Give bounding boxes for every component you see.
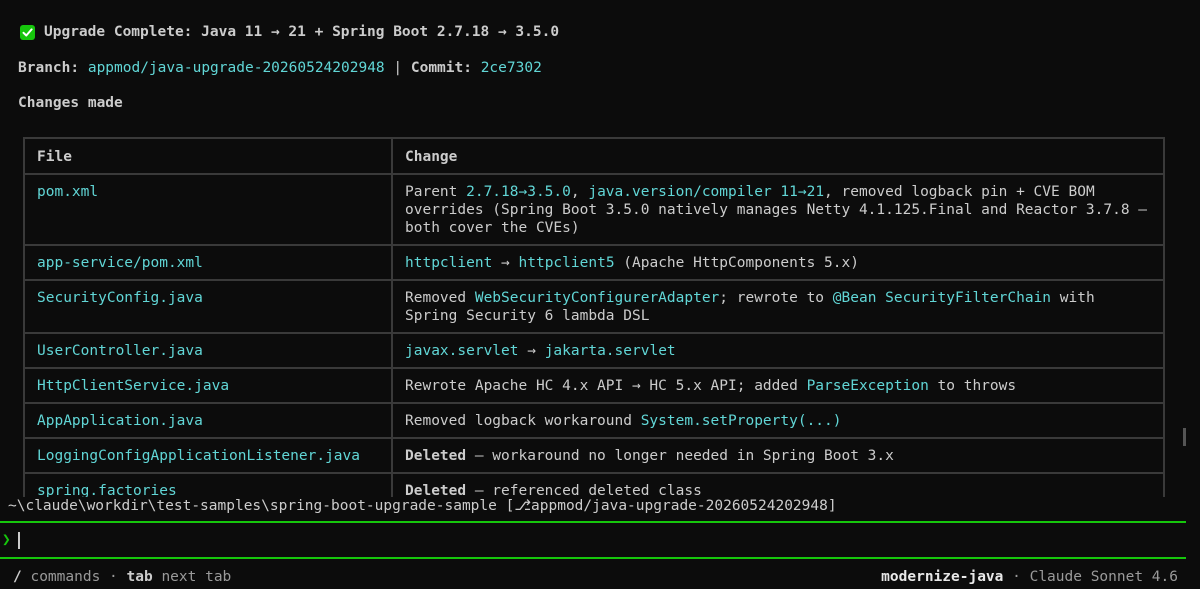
branch-label: Branch: bbox=[18, 60, 80, 76]
file-cell: UserController.java bbox=[23, 332, 393, 369]
change-cell: Parent 2.7.18→3.5.0, java.version/compil… bbox=[391, 173, 1165, 246]
status-dot: · bbox=[1012, 569, 1021, 585]
change-cell: Deleted — workaround no longer needed in… bbox=[391, 437, 1165, 474]
agent-mode: modernize-java bbox=[881, 569, 1004, 585]
branch-commit-line: Branch: appmod/java-upgrade-202605242029… bbox=[18, 59, 542, 77]
prompt-input-row[interactable]: ❯ bbox=[0, 531, 20, 549]
table-header-row: File Change bbox=[23, 137, 1165, 175]
terminal-output: Upgrade Complete: Java 11 → 21 + Spring … bbox=[0, 0, 1182, 497]
change-text: (Apache HttpComponents 5.x) bbox=[614, 255, 859, 271]
change-text: — referenced deleted class bbox=[466, 483, 702, 497]
check-mark-icon bbox=[20, 24, 35, 40]
table-row: AppApplication.java Removed logback worka… bbox=[23, 402, 1165, 439]
commit-value: 2ce7302 bbox=[480, 60, 542, 76]
change-text: Removed logback workaround bbox=[405, 413, 641, 429]
file-cell: SecurityConfig.java bbox=[23, 279, 393, 334]
table-row: SecurityConfig.java Removed WebSecurityCo… bbox=[23, 279, 1165, 334]
table-row: app-service/pom.xml httpclient → httpclie… bbox=[23, 244, 1165, 281]
change-cell: Deleted — referenced deleted class bbox=[391, 472, 1165, 497]
model-name: Claude Sonnet 4.6 bbox=[1029, 569, 1178, 585]
change-cell: Rewrote Apache HC 4.x API → HC 5.x API; … bbox=[391, 367, 1165, 404]
change-text: Rewrote Apache HC 4.x API → HC 5.x API; … bbox=[405, 378, 807, 394]
tab-key: tab bbox=[126, 569, 153, 585]
change-cell: Removed WebSecurityConfigurerAdapter; re… bbox=[391, 279, 1165, 334]
code-fragment: ParseException bbox=[806, 378, 929, 394]
prompt-bottom-divider bbox=[0, 557, 1186, 559]
change-text: — workaround no longer needed in Spring … bbox=[466, 448, 894, 464]
change-text: Deleted bbox=[405, 448, 467, 464]
table-row: pom.xml Parent 2.7.18→3.5.0, java.version… bbox=[23, 173, 1165, 246]
code-fragment: java.version/compiler 11→21 bbox=[588, 184, 825, 200]
hint-dot: · bbox=[109, 569, 118, 585]
code-fragment: httpclient bbox=[405, 255, 493, 271]
change-text: to throws bbox=[928, 378, 1017, 394]
code-fragment: System.setProperty(...) bbox=[640, 413, 842, 429]
branch-value: appmod/java-upgrade-20260524202948 bbox=[87, 60, 385, 76]
table-row: HttpClientService.java Rewrote Apache HC … bbox=[23, 367, 1165, 404]
change-text: Parent bbox=[405, 184, 467, 200]
prompt-chevron-icon: ❯ bbox=[2, 532, 11, 548]
footer-hints: / commands · tab next tab bbox=[13, 568, 231, 586]
file-cell: LoggingConfigApplicationListener.java bbox=[23, 437, 393, 474]
branch-separator: | bbox=[393, 60, 403, 76]
code-fragment: 2.7.18→3.5.0 bbox=[466, 184, 571, 200]
table-row: LoggingConfigApplicationListener.java Del… bbox=[23, 437, 1165, 474]
scrollbar-thumb[interactable] bbox=[1183, 428, 1186, 446]
change-text: ; rewrote to bbox=[719, 290, 833, 306]
column-header-change: Change bbox=[391, 137, 1165, 175]
slash-key: / bbox=[13, 569, 22, 585]
working-directory: ~\claude\workdir\test-samples\spring-boo… bbox=[8, 498, 837, 514]
hint-commands: commands bbox=[30, 569, 101, 585]
code-fragment: jakarta.servlet bbox=[544, 343, 676, 359]
prompt-top-divider bbox=[0, 521, 1186, 523]
text-cursor bbox=[17, 531, 20, 549]
changes-heading: Changes made bbox=[18, 95, 123, 111]
change-cell: javax.servlet → jakarta.servlet bbox=[391, 332, 1165, 369]
code-fragment: WebSecurityConfigurerAdapter bbox=[474, 290, 720, 306]
change-text: Removed bbox=[405, 290, 475, 306]
change-text: → bbox=[492, 255, 519, 271]
code-fragment: javax.servlet bbox=[405, 343, 519, 359]
status-bar-right: modernize-java · Claude Sonnet 4.6 bbox=[881, 568, 1178, 586]
code-fragment: @Bean SecurityFilterChain bbox=[832, 290, 1052, 306]
file-cell: HttpClientService.java bbox=[23, 367, 393, 404]
changes-table: File Change pom.xml Parent 2.7.18→3.5.0, … bbox=[23, 137, 1165, 497]
file-cell: pom.xml bbox=[23, 173, 393, 246]
upgrade-title: Upgrade Complete: Java 11 → 21 + Spring … bbox=[44, 24, 560, 40]
change-cell: httpclient → httpclient5 (Apache HttpCom… bbox=[391, 244, 1165, 281]
change-text: → bbox=[518, 343, 545, 359]
commit-label: Commit: bbox=[410, 60, 472, 76]
file-cell: AppApplication.java bbox=[23, 402, 393, 439]
file-cell: spring.factories bbox=[23, 472, 393, 497]
table-row: UserController.java javax.servlet → jakar… bbox=[23, 332, 1165, 369]
change-cell: Removed logback workaround System.setPro… bbox=[391, 402, 1165, 439]
upgrade-complete-line: Upgrade Complete: Java 11 → 21 + Spring … bbox=[20, 23, 559, 41]
change-text: , bbox=[570, 184, 589, 200]
hint-next-tab: next tab bbox=[161, 569, 232, 585]
file-cell: app-service/pom.xml bbox=[23, 244, 393, 281]
table-row: spring.factories Deleted — referenced del… bbox=[23, 472, 1165, 497]
code-fragment: httpclient5 bbox=[518, 255, 615, 271]
column-header-file: File bbox=[23, 137, 393, 175]
change-text: Deleted bbox=[405, 483, 467, 497]
